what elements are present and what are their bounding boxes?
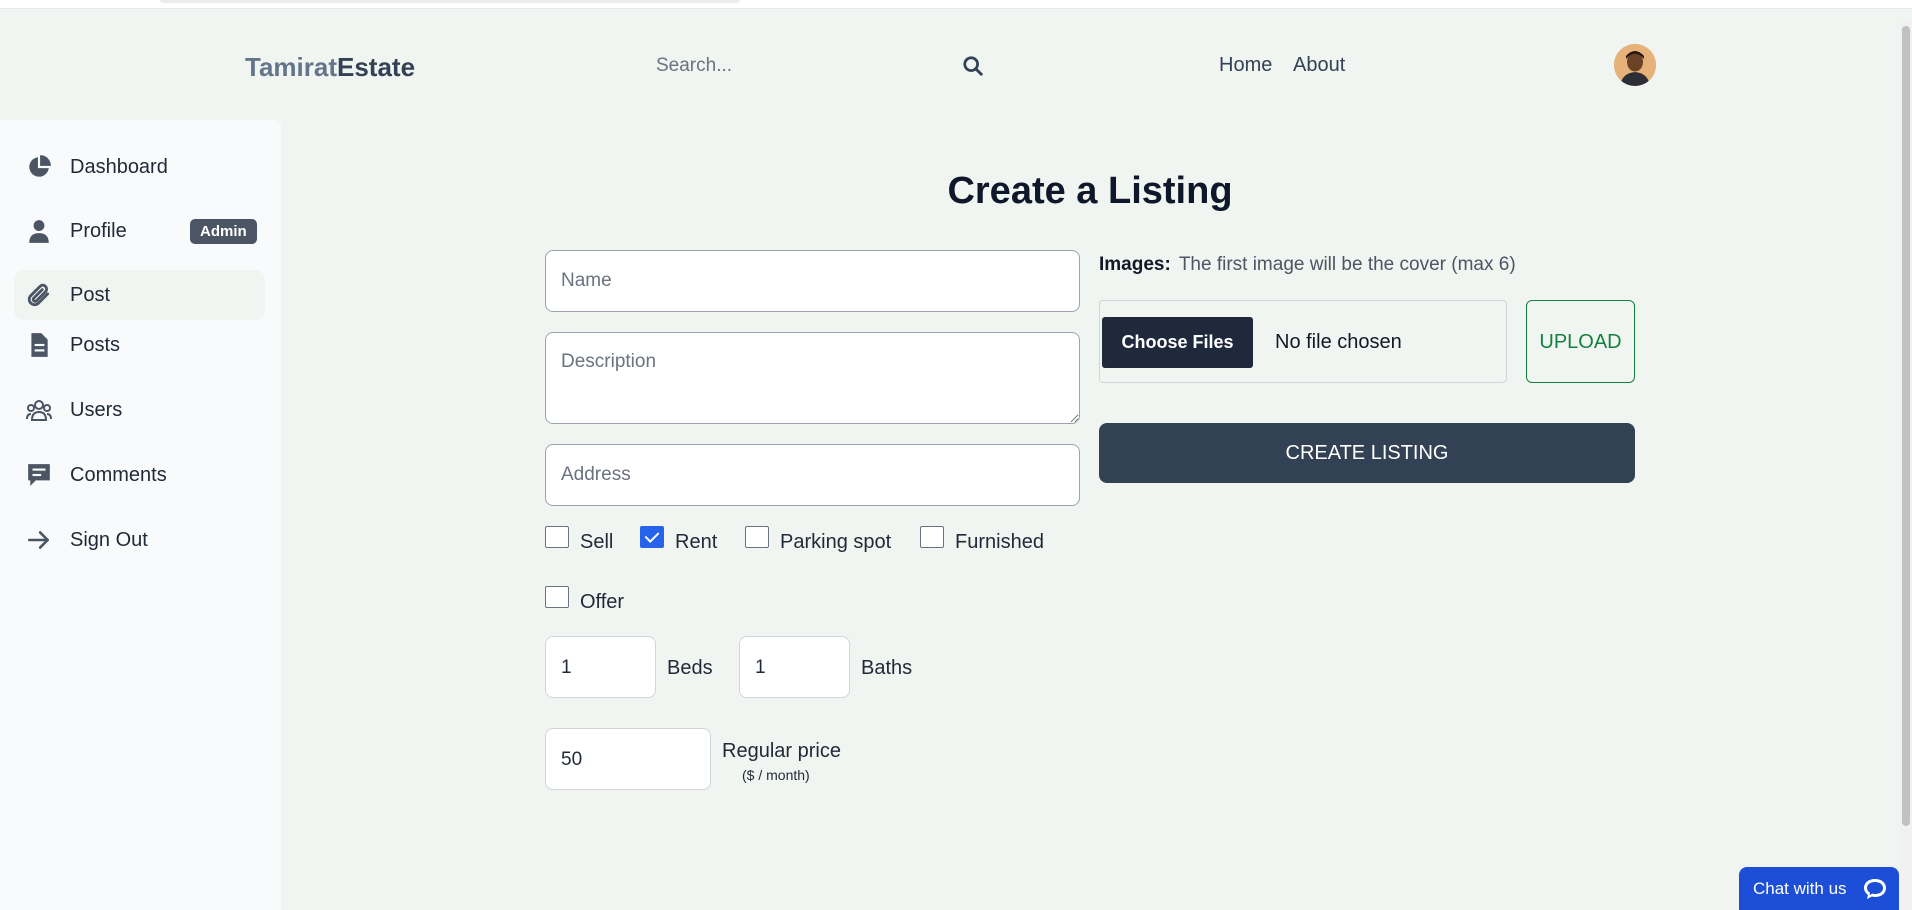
user-icon [29,220,49,243]
sidebar-item-users[interactable]: Users [14,385,265,435]
parking-spot-checkbox[interactable] [745,526,769,548]
choose-files-button[interactable]: Choose Files [1102,317,1253,368]
browser-tab-strip [160,0,740,3]
images-hint: The first image will be the cover (max 6… [1178,254,1516,275]
document-icon [31,333,48,357]
sidebar-item-posts[interactable]: Posts [14,320,265,370]
name-input[interactable] [545,250,1080,312]
beds-label: Beds [667,657,713,679]
furnished-checkbox[interactable] [920,526,944,548]
chat-label: Chat with us [1753,879,1847,898]
sidebar: Dashboard Profile Admin Post Posts Users… [0,120,281,910]
parking-spot-label: Parking spot [780,531,892,553]
logo-part1: Tamirat [245,52,337,82]
images-label-title: Images: [1099,254,1171,275]
sidebar-item-label: Comments [70,464,167,486]
sidebar-item-label: Sign Out [70,529,148,551]
regular-price-input[interactable]: 50 [545,728,711,790]
sidebar-item-comments[interactable]: Comments [14,450,265,500]
sidebar-item-label: Posts [70,334,121,356]
site-header: TamiratEstate Home About [0,10,1900,120]
paperclip-icon [27,283,50,307]
images-label: Images: The first image will be the cover… [1099,254,1516,276]
sidebar-item-profile[interactable]: Profile Admin [14,206,265,256]
avatar-image [1614,44,1656,86]
sidebar-item-sign-out[interactable]: Sign Out [14,515,265,565]
file-status: No file chosen [1275,331,1402,353]
user-avatar[interactable] [1614,44,1656,86]
sidebar-item-label: Post [70,284,111,306]
create-listing-button[interactable]: CREATE LISTING [1099,423,1635,483]
arrow-right-icon [27,531,49,549]
offer-checkbox[interactable] [545,586,569,608]
sell-label: Sell [580,531,614,553]
file-input[interactable]: Choose Files No file chosen [1099,300,1507,383]
users-icon [26,400,52,421]
search-bar [640,44,990,88]
beds-input[interactable]: 1 [545,636,656,698]
address-input[interactable] [545,444,1080,506]
price-unit-label: ($ / month) [742,767,810,783]
search-input[interactable] [656,44,936,88]
regular-price-label: Regular price [722,740,841,762]
furnished-label: Furnished [955,531,1044,553]
baths-input[interactable]: 1 [739,636,850,698]
nav-home-link[interactable]: Home [1219,54,1272,77]
site-logo[interactable]: TamiratEstate [245,52,415,83]
rent-checkbox[interactable] [640,526,664,548]
sell-checkbox[interactable] [545,526,569,548]
offer-label: Offer [580,591,625,613]
search-icon[interactable] [962,55,984,77]
scrollbar-thumb[interactable] [1902,26,1910,826]
logo-part2: Estate [337,52,416,82]
sidebar-item-post[interactable]: Post [14,270,265,320]
admin-badge: Admin [190,219,257,244]
sidebar-item-label: Users [70,399,123,421]
upload-button[interactable]: UPLOAD [1526,300,1635,383]
baths-label: Baths [861,657,913,679]
sidebar-item-label: Profile [70,220,127,242]
chat-widget-button[interactable]: Chat with us [1739,867,1899,910]
rent-label: Rent [675,531,718,553]
browser-top-strip [0,0,1912,9]
description-textarea[interactable] [545,332,1080,424]
chat-bubble-icon [1864,879,1886,899]
comment-icon [28,464,50,486]
page-scrollbar[interactable] [1900,20,1912,910]
page-title: Create a Listing [947,170,1233,212]
nav-about-link[interactable]: About [1293,54,1345,77]
